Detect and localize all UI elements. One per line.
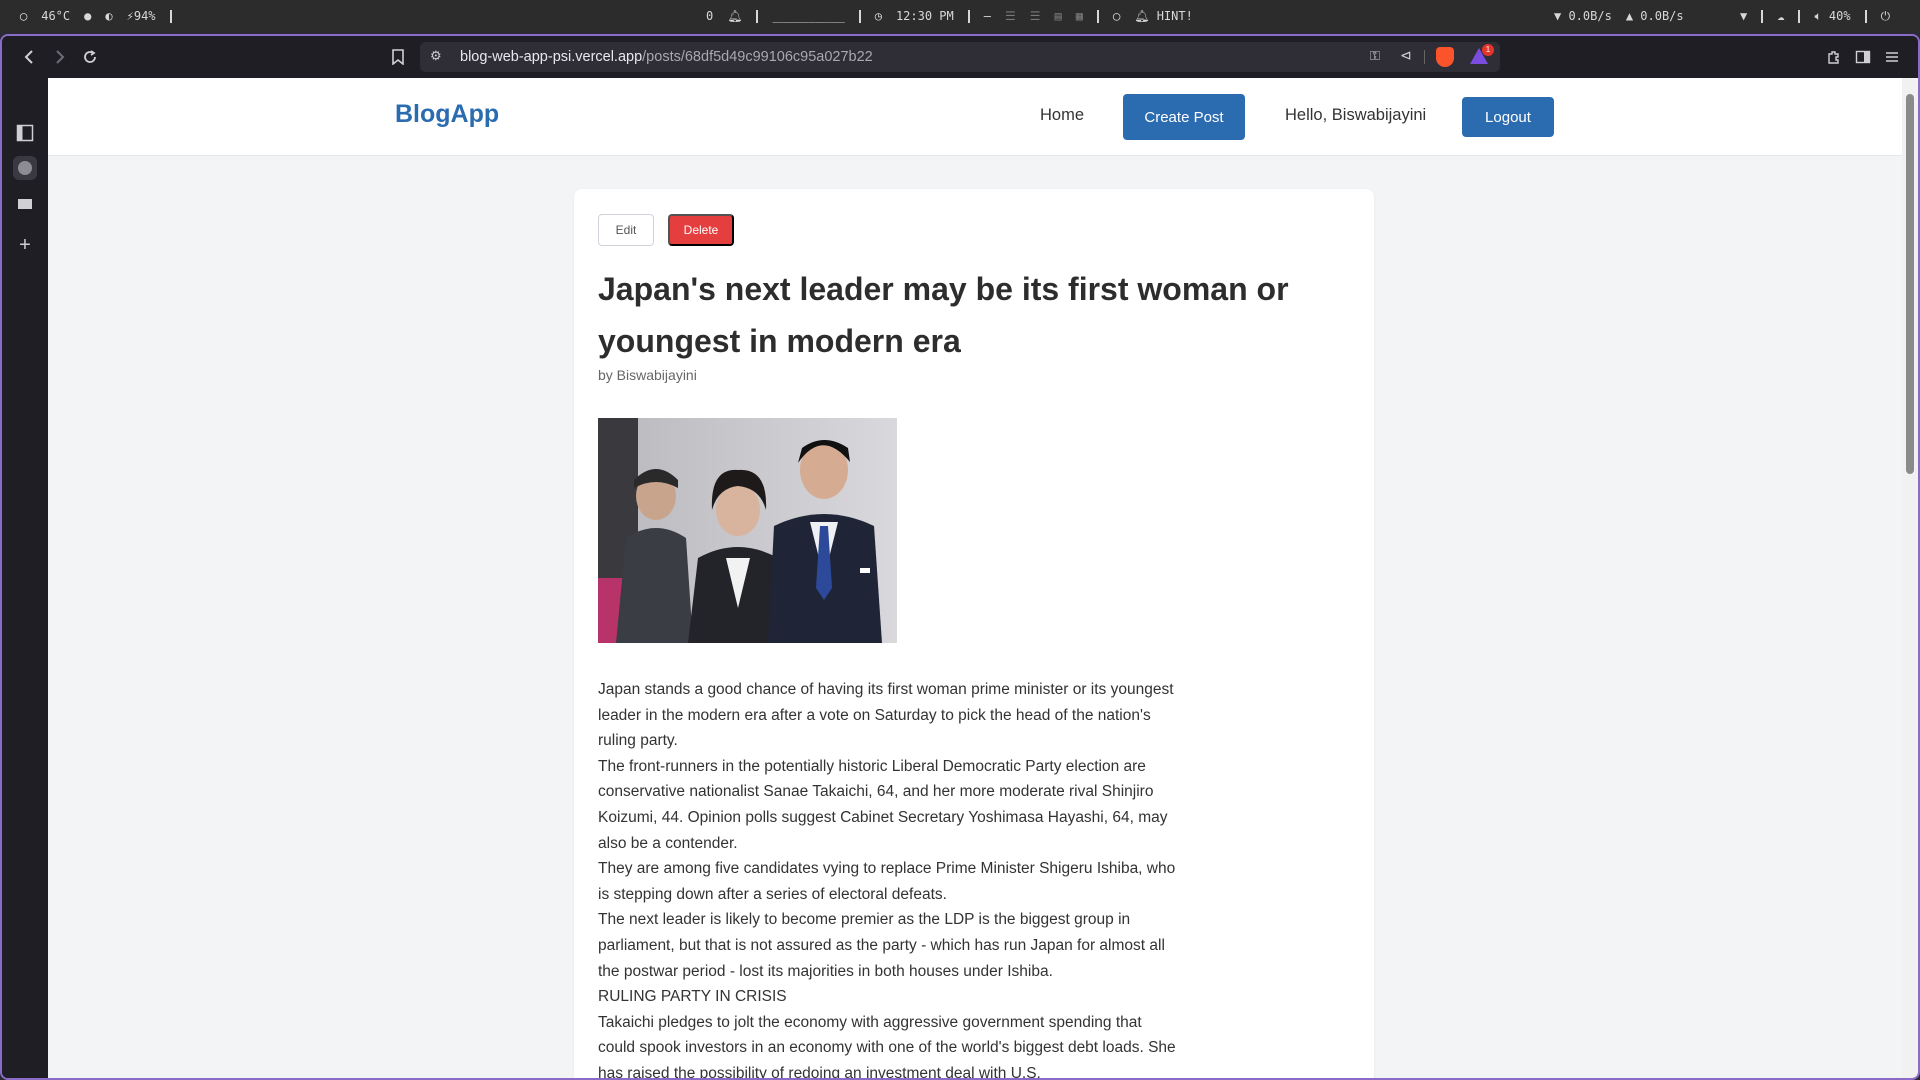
drop-icon: ◯ [20, 9, 28, 23]
post-card: Edit Delete Japan's next leader may be i… [574, 189, 1374, 1078]
browser-sidebar: + [2, 78, 48, 1078]
cloud-icon[interactable]: ☁ [1777, 9, 1784, 23]
post-paragraph: Takaichi pledges to jolt the economy wit… [598, 1013, 1176, 1078]
menu-icon[interactable] [1880, 45, 1904, 69]
separator [169, 9, 172, 23]
site-header: BlogApp Home Create Post Hello, Biswabij… [48, 78, 1902, 156]
separator [967, 9, 970, 23]
separator [1761, 9, 1764, 23]
sidebar-toggle-icon[interactable] [1851, 45, 1875, 69]
eye-off-icon[interactable]: ◯ [1113, 9, 1120, 23]
create-post-button[interactable]: Create Post [1123, 94, 1245, 140]
network-down-readout: ▼ 0.0B/s [1554, 9, 1612, 23]
reload-icon[interactable] [78, 45, 102, 69]
brave-shield-icon[interactable] [1436, 47, 1454, 67]
separator [858, 9, 861, 23]
delete-post-button[interactable]: Delete [668, 214, 734, 246]
url-path: /posts/68df5d49c99106c95a027b22 [642, 49, 873, 65]
browser-toolbar: ⚙ blog-web-app-psi.vercel.app/posts/68df… [2, 36, 1918, 78]
network-up-readout: ▲ 0.0B/s [1625, 9, 1684, 23]
volume-readout[interactable]: 🔈︎ 40% [1814, 9, 1850, 24]
power-icon[interactable]: ⏻ [1881, 9, 1891, 24]
page-scrollbar[interactable] [1902, 78, 1918, 1078]
panel-icon[interactable] [13, 121, 37, 145]
separator [1096, 9, 1099, 23]
key-icon[interactable]: ⚿ [1370, 48, 1380, 64]
web-page: BlogApp Home Create Post Hello, Biswabij… [48, 78, 1902, 1078]
post-paragraph: The front-runners in the potentially his… [598, 757, 1168, 852]
post-paragraph: They are among five candidates vying to … [598, 860, 1176, 903]
url-host: blog-web-app-psi.vercel.app [460, 49, 643, 65]
layout-icon-1[interactable]: ☰ [1005, 9, 1016, 23]
logout-button[interactable]: Logout [1462, 97, 1554, 137]
net-down-value: 0.0B/s [1568, 9, 1612, 23]
browser-window: ⚙ blog-web-app-psi.vercel.app/posts/68df… [0, 34, 1920, 1080]
clock-icon: ◷ [874, 9, 882, 23]
workspace-indicator[interactable]: __________ [772, 9, 844, 23]
separator [756, 9, 759, 23]
wallet-icon[interactable] [13, 192, 37, 216]
net-up-value: 0.0B/s [1640, 9, 1684, 23]
forward-icon[interactable] [47, 45, 71, 69]
rewards-badge: 1 [1482, 44, 1494, 56]
flame-icon: ● [84, 9, 92, 23]
layout-icon-3[interactable]: ▤ [1055, 9, 1062, 23]
post-title: Japan's next leader may be its first wom… [598, 271, 1289, 359]
clock-time[interactable]: 12:30 PM [896, 9, 954, 23]
back-icon[interactable] [18, 45, 42, 69]
post-paragraph: The next leader is likely to become prem… [598, 911, 1165, 980]
edit-post-button[interactable]: Edit [598, 214, 654, 246]
battery-readout: ⚡94% [126, 9, 156, 23]
temperature-readout: 46°C [41, 9, 71, 23]
address-bar[interactable]: ⚙ blog-web-app-psi.vercel.app/posts/68df… [420, 42, 1500, 72]
layout-icon-4[interactable]: ▦ [1076, 9, 1083, 23]
globe-icon[interactable] [13, 156, 37, 180]
hint-indicator[interactable]: 🔔︎ HINT! [1134, 9, 1193, 23]
post-photo [598, 418, 897, 643]
post-author: by Biswabijayini [598, 367, 697, 383]
share-icon[interactable]: ⊲ [1400, 47, 1412, 64]
moon-icon: ◐ [105, 9, 113, 23]
scrollbar-thumb[interactable] [1906, 94, 1914, 474]
extensions-icon[interactable] [1822, 45, 1846, 69]
post-subheading: RULING PARTY IN CRISIS [598, 988, 787, 1006]
volume-value: 40% [1828, 8, 1851, 23]
notification-count[interactable]: 0 [706, 9, 713, 23]
post-image [598, 418, 897, 643]
site-settings-icon[interactable]: ⚙ [430, 48, 442, 64]
system-status-bar: ◯ 46°C ● ◐ ⚡94% 0 🔔︎ __________ ◷ 12:30 … [0, 0, 1920, 32]
separator [1424, 50, 1425, 64]
layout-icon-2[interactable]: ☰ [1030, 9, 1041, 23]
user-greeting: Hello, Biswabijayini [1285, 106, 1427, 124]
url-text[interactable]: blog-web-app-psi.vercel.app/posts/68df5d… [460, 49, 873, 65]
battery-value: 94% [133, 9, 156, 23]
minimize-icon[interactable]: — [984, 9, 991, 23]
add-panel-icon[interactable]: + [13, 233, 37, 257]
hint-label: HINT! [1156, 9, 1193, 23]
brand-logo[interactable]: BlogApp [395, 100, 499, 129]
wifi-icon[interactable]: ▼ [1740, 9, 1747, 23]
separator [1798, 9, 1801, 23]
bookmark-icon[interactable] [386, 45, 410, 69]
post-paragraph: Japan stands a good chance of having its… [598, 681, 1174, 750]
nav-home-link[interactable]: Home [1040, 106, 1084, 125]
bell-icon[interactable]: 🔔︎ [727, 9, 742, 23]
post-body: Japan stands a good chance of having its… [598, 677, 1178, 1078]
separator [1864, 9, 1867, 23]
